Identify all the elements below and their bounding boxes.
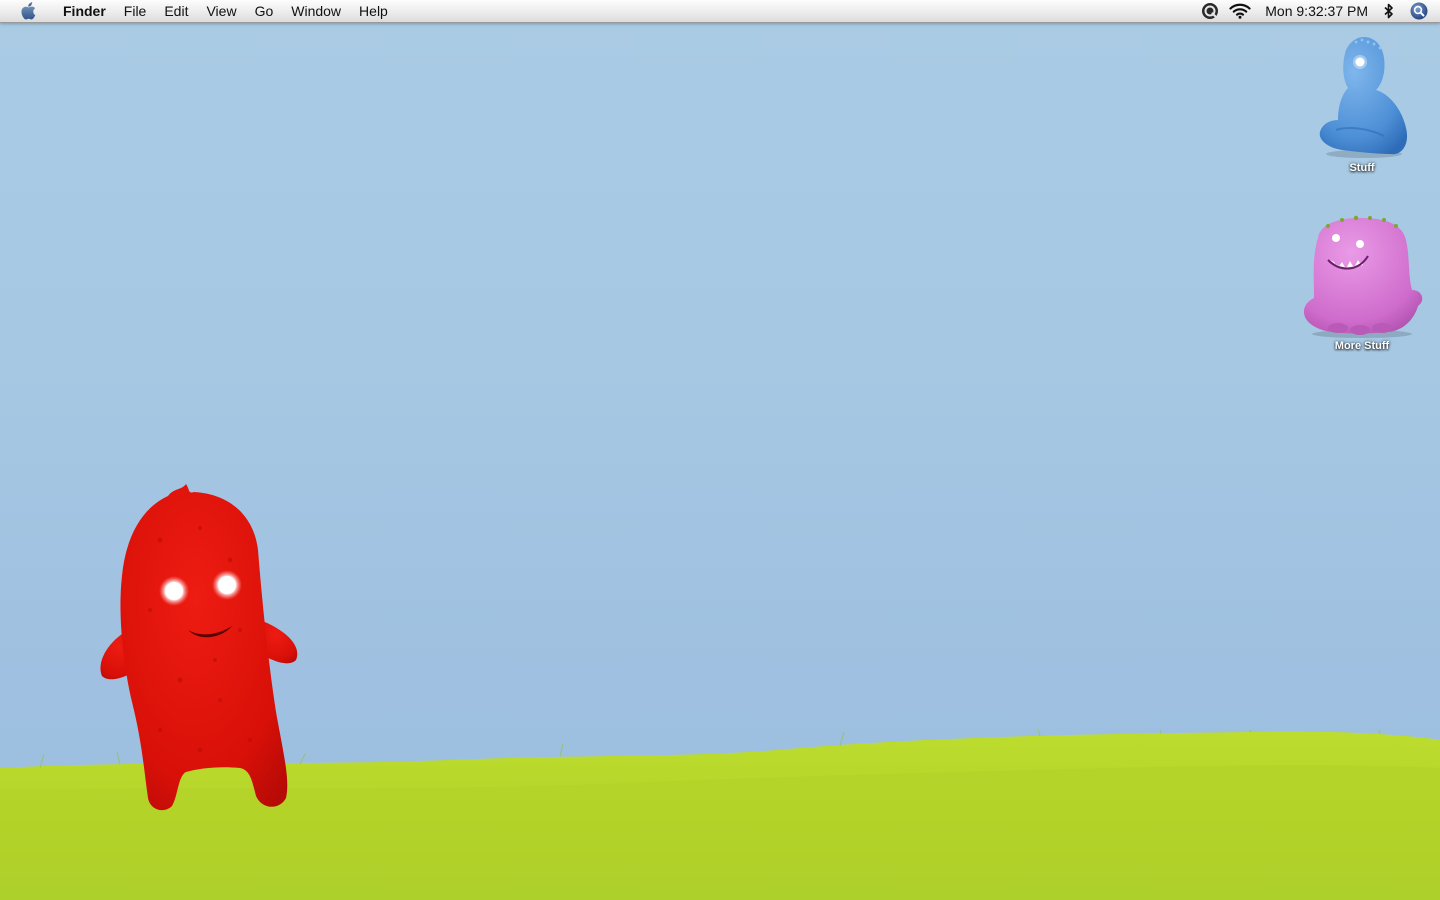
menu-clock[interactable]: Mon 9:32:37 PM <box>1253 0 1378 22</box>
menu-window[interactable]: Window <box>282 0 350 22</box>
menu-help[interactable]: Help <box>350 0 397 22</box>
menu-extras: Mon 9:32:37 PM <box>1199 0 1440 22</box>
quicktime-icon[interactable] <box>1199 0 1221 22</box>
bluetooth-icon[interactable] <box>1378 0 1400 22</box>
menu-app-name[interactable]: Finder <box>54 0 115 22</box>
menu-edit[interactable]: Edit <box>155 0 197 22</box>
desktop[interactable]: Finder File Edit View Go Window Help Mon… <box>0 0 1440 900</box>
menu-bar: Finder File Edit View Go Window Help Mon… <box>0 0 1440 23</box>
desktop-icon-label: Stuff <box>1349 162 1375 174</box>
desktop-icon-more-stuff[interactable]: More Stuff <box>1297 210 1427 352</box>
red-monster-character <box>100 484 298 811</box>
desktop-icon-stuff[interactable]: Stuff <box>1297 32 1427 174</box>
blue-monster-folder-icon <box>1319 36 1408 158</box>
menu-go[interactable]: Go <box>246 0 283 22</box>
spotlight-icon[interactable] <box>1408 0 1430 22</box>
menu-left: Finder File Edit View Go Window Help <box>0 0 397 22</box>
menu-file[interactable]: File <box>115 0 156 22</box>
pink-monster-folder-icon <box>1304 215 1423 338</box>
menu-view[interactable]: View <box>197 0 245 22</box>
desktop-icon-label: More Stuff <box>1334 340 1390 352</box>
wifi-icon[interactable] <box>1227 0 1253 22</box>
apple-icon[interactable] <box>18 1 38 21</box>
